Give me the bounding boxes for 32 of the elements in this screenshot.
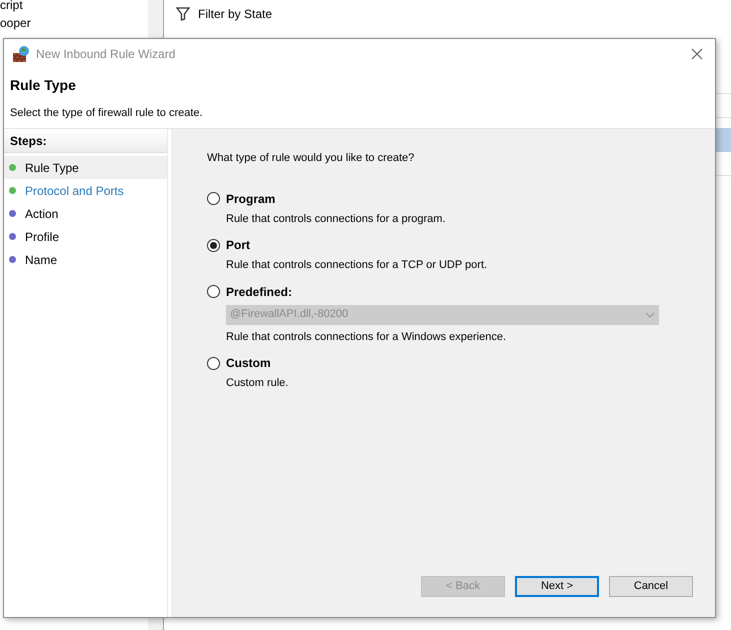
steps-title: Steps:: [10, 132, 47, 150]
option-description: Custom rule.: [226, 376, 290, 391]
radio-button[interactable]: [207, 192, 220, 205]
tree-item[interactable]: ooper: [0, 14, 148, 32]
question-text: What type of rule would you like to create?: [207, 151, 416, 166]
close-icon[interactable]: [691, 48, 703, 60]
step-label[interactable]: Rule Type: [25, 158, 79, 176]
tree-item[interactable]: cript: [0, 0, 148, 14]
radio-button[interactable]: [207, 238, 220, 252]
option-description: Rule that controls connections for a Windows experience.: [226, 330, 508, 344]
step-item[interactable]: Rule Type: [4, 156, 167, 179]
step-label[interactable]: Profile: [25, 228, 60, 246]
window-title: New Inbound Rule Wizard: [36, 46, 176, 63]
radio-button[interactable]: [207, 285, 220, 298]
page-title: Rule Type: [10, 76, 77, 95]
option-label[interactable]: Program: [226, 190, 276, 208]
option-label[interactable]: Predefined:: [226, 282, 292, 300]
step-label[interactable]: Name: [25, 250, 58, 268]
page-subtitle: Select the type of firewall rule to create.: [10, 106, 204, 121]
step-link[interactable]: Protocol and Ports: [25, 182, 124, 200]
step-label[interactable]: Action: [25, 204, 58, 222]
dialog-button[interactable]: Cancel: [609, 576, 693, 597]
chevron-down-icon: [645, 312, 655, 318]
option-description: Rule that controls connections for a TCP or UDP port.: [226, 258, 488, 273]
dialog-button[interactable]: Next >: [515, 576, 599, 597]
firewall-icon: [12, 45, 30, 63]
action-item[interactable]: Filter by State: [198, 5, 272, 23]
option-label[interactable]: Custom: [226, 354, 271, 372]
filter-icon: [176, 7, 190, 21]
option-description: Rule that controls connections for a program.: [226, 212, 447, 226]
option-label[interactable]: Port: [226, 236, 250, 254]
radio-button[interactable]: [207, 356, 220, 370]
